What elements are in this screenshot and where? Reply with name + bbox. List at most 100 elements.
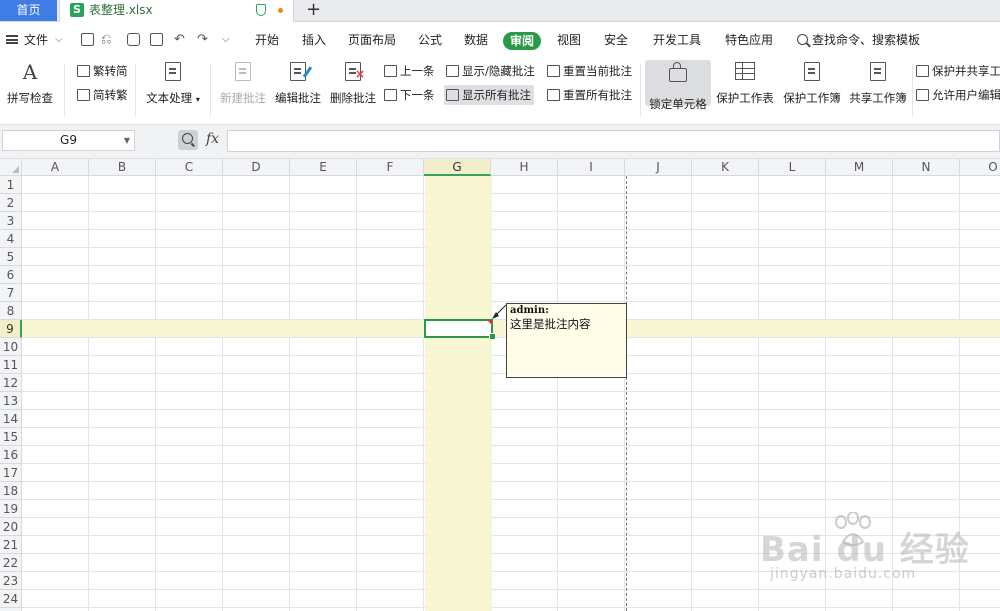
- row-header-2[interactable]: 2: [0, 194, 22, 212]
- next-comment-button[interactable]: 下一条: [384, 85, 435, 105]
- row-header-22[interactable]: 22: [0, 554, 22, 572]
- row-header-13[interactable]: 13: [0, 392, 22, 410]
- comment-text[interactable]: 这里是批注内容: [510, 317, 623, 332]
- menu-file[interactable]: 文件: [24, 22, 48, 58]
- hamburger-menu-icon[interactable]: [6, 35, 18, 44]
- column-header-h[interactable]: H: [491, 159, 558, 176]
- print-preview-icon[interactable]: [150, 33, 163, 46]
- prev-comment-button[interactable]: 上一条: [384, 61, 435, 81]
- row-header-16[interactable]: 16: [0, 446, 22, 464]
- menu-special-apps[interactable]: 特色应用: [725, 22, 773, 58]
- protect-sheet-button[interactable]: 保护工作表: [714, 62, 776, 106]
- trad-to-simp-button[interactable]: 繁转简: [77, 61, 128, 81]
- column-header-n[interactable]: N: [893, 159, 960, 176]
- save-icon[interactable]: [81, 33, 94, 46]
- row-header-24[interactable]: 24: [0, 590, 22, 608]
- edit-comment-button[interactable]: 编辑批注: [272, 62, 324, 106]
- menu-developer[interactable]: 开发工具: [653, 22, 701, 58]
- redo-icon[interactable]: ↷: [197, 22, 208, 58]
- menu-view[interactable]: 视图: [557, 22, 581, 58]
- column-header-m[interactable]: M: [826, 159, 893, 176]
- column-header-c[interactable]: C: [156, 159, 223, 176]
- menu-data[interactable]: 数据: [464, 22, 488, 58]
- row-header-6[interactable]: 6: [0, 266, 22, 284]
- column-header-a[interactable]: A: [22, 159, 89, 176]
- reset-current-comment-button[interactable]: 重置当前批注: [547, 61, 632, 81]
- row-header-7[interactable]: 7: [0, 284, 22, 302]
- row-header-15[interactable]: 15: [0, 428, 22, 446]
- text-process-button[interactable]: 文本处理 ▾: [142, 62, 204, 106]
- simp-to-trad-label: 简转繁: [93, 88, 128, 102]
- menu-security[interactable]: 安全: [604, 22, 628, 58]
- tab-workbook[interactable]: S 表整理.xlsx: [59, 0, 294, 22]
- column-header-o[interactable]: O: [960, 159, 1000, 176]
- row-header-4[interactable]: 4: [0, 230, 22, 248]
- menu-formula[interactable]: 公式: [418, 22, 442, 58]
- review-ribbon: A 拼写检查 繁转简 简转繁 文本处理 ▾ 新建批注 编辑批注 × 删除批注 上…: [0, 58, 1000, 125]
- new-comment-icon: [235, 62, 251, 81]
- text-process-icon: [165, 62, 181, 81]
- row-header-14[interactable]: 14: [0, 410, 22, 428]
- menu-start[interactable]: 开始: [255, 22, 279, 58]
- row-header-8[interactable]: 8: [0, 302, 22, 320]
- column-header-b[interactable]: B: [89, 159, 156, 176]
- prev-comment-icon: [384, 65, 397, 77]
- format-painter-icon[interactable]: ⎌: [101, 22, 111, 58]
- row-header-21[interactable]: 21: [0, 536, 22, 554]
- tab-home[interactable]: 首页: [0, 0, 57, 21]
- delete-comment-button[interactable]: × 删除批注: [327, 62, 379, 106]
- column-header-e[interactable]: E: [290, 159, 357, 176]
- column-header-j[interactable]: J: [625, 159, 692, 176]
- allow-user-edit-button[interactable]: 允许用户编辑: [916, 85, 1000, 105]
- row-header-12[interactable]: 12: [0, 374, 22, 392]
- menu-page-layout[interactable]: 页面布局: [348, 22, 396, 58]
- show-hide-comment-button[interactable]: 显示/隐藏批注: [446, 61, 535, 81]
- row-header-5[interactable]: 5: [0, 248, 22, 266]
- chevron-down-icon[interactable]: ⌵: [55, 22, 63, 58]
- allow-user-edit-label: 允许用户编辑: [932, 88, 1000, 102]
- undo-icon[interactable]: ↶: [174, 22, 185, 58]
- menu-insert[interactable]: 插入: [302, 22, 326, 58]
- name-box[interactable]: G9 ▼: [2, 130, 135, 151]
- row-header-19[interactable]: 19: [0, 500, 22, 518]
- spellcheck-button[interactable]: A 拼写检查: [2, 62, 58, 106]
- print-icon[interactable]: [127, 33, 140, 46]
- menu-review[interactable]: 审阅: [503, 32, 541, 50]
- comment-box[interactable]: admin: 这里是批注内容: [506, 303, 627, 378]
- column-header-i[interactable]: I: [558, 159, 625, 176]
- row-header-17[interactable]: 17: [0, 464, 22, 482]
- share-workbook-button[interactable]: 共享工作簿: [846, 62, 910, 106]
- chevron-down-icon[interactable]: ▼: [124, 131, 130, 150]
- protect-and-share-button[interactable]: 保护并共享工: [916, 61, 1000, 81]
- column-header-d[interactable]: D: [223, 159, 290, 176]
- search-icon: [797, 34, 808, 45]
- new-tab-button[interactable]: +: [306, 0, 321, 20]
- command-search[interactable]: 查找命令、搜索模板: [812, 22, 920, 58]
- column-header-l[interactable]: L: [759, 159, 826, 176]
- row-header-20[interactable]: 20: [0, 518, 22, 536]
- select-all-corner[interactable]: [0, 159, 22, 176]
- column-header-g[interactable]: G: [424, 159, 491, 176]
- reset-all-comments-button[interactable]: 重置所有批注: [547, 85, 632, 105]
- zoom-formula-icon[interactable]: [178, 130, 198, 150]
- row-header-3[interactable]: 3: [0, 212, 22, 230]
- formula-input[interactable]: [227, 130, 1000, 152]
- share-workbook-icon: [870, 62, 886, 81]
- row-header-23[interactable]: 23: [0, 572, 22, 590]
- lock-icon: [669, 62, 687, 82]
- simp-to-trad-button[interactable]: 简转繁: [77, 85, 128, 105]
- row-header-11[interactable]: 11: [0, 356, 22, 374]
- new-comment-button[interactable]: 新建批注: [216, 62, 270, 106]
- fx-icon[interactable]: fx: [206, 131, 219, 147]
- column-header-f[interactable]: F: [357, 159, 424, 176]
- row-header-10[interactable]: 10: [0, 338, 22, 356]
- customize-toolbar-icon[interactable]: ⌵: [222, 22, 230, 58]
- row-header-18[interactable]: 18: [0, 482, 22, 500]
- row-header-9[interactable]: 9: [0, 320, 22, 338]
- show-all-comments-button[interactable]: 显示所有批注: [444, 85, 534, 105]
- column-header-k[interactable]: K: [692, 159, 759, 176]
- protect-workbook-icon: [804, 62, 820, 81]
- shield-icon[interactable]: [256, 4, 266, 16]
- protect-workbook-button[interactable]: 保护工作簿: [781, 62, 843, 106]
- row-header-1[interactable]: 1: [0, 176, 22, 194]
